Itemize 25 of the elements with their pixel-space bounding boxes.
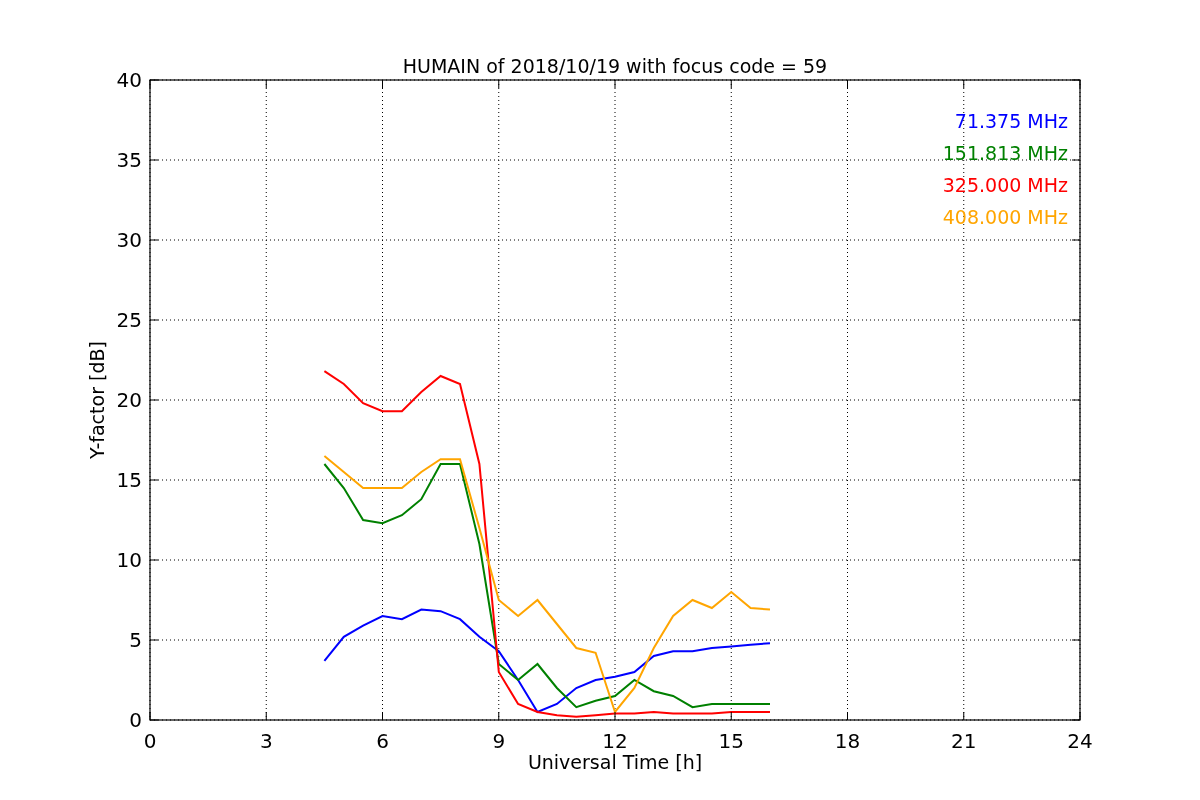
x-tick-label: 24	[1067, 729, 1093, 753]
legend-label: 408.000 MHz	[942, 206, 1068, 228]
legend-label: 325.000 MHz	[942, 174, 1068, 196]
x-tick-label: 0	[143, 729, 157, 753]
x-axis-label: Universal Time [h]	[527, 751, 703, 773]
x-tick-label: 18	[834, 729, 861, 753]
y-tick-label: 5	[129, 628, 142, 652]
x-tick-label: 3	[259, 729, 273, 753]
x-tick-label: 12	[602, 729, 628, 753]
x-tick-label: 6	[376, 729, 389, 753]
y-tick-label: 10	[116, 548, 142, 572]
y-tick-label: 30	[116, 228, 142, 252]
x-tick-label: 15	[718, 729, 744, 753]
y-tick-label: 35	[116, 148, 142, 172]
x-tick-label: 9	[492, 729, 506, 753]
y-tick-label: 25	[116, 308, 142, 332]
legend-label: 151.813 MHz	[942, 142, 1068, 164]
y-tick-label: 0	[129, 708, 142, 732]
y-tick-label: 15	[116, 468, 142, 492]
x-tick-label: 21	[951, 729, 977, 753]
y-tick-label: 20	[116, 388, 142, 412]
chart-title: HUMAIN of 2018/10/19 with focus code = 59	[402, 55, 828, 77]
y-tick-label: 40	[116, 68, 142, 92]
legend-label: 71.375 MHz	[954, 110, 1068, 132]
y-axis-label: Y-factor [dB]	[86, 341, 108, 459]
